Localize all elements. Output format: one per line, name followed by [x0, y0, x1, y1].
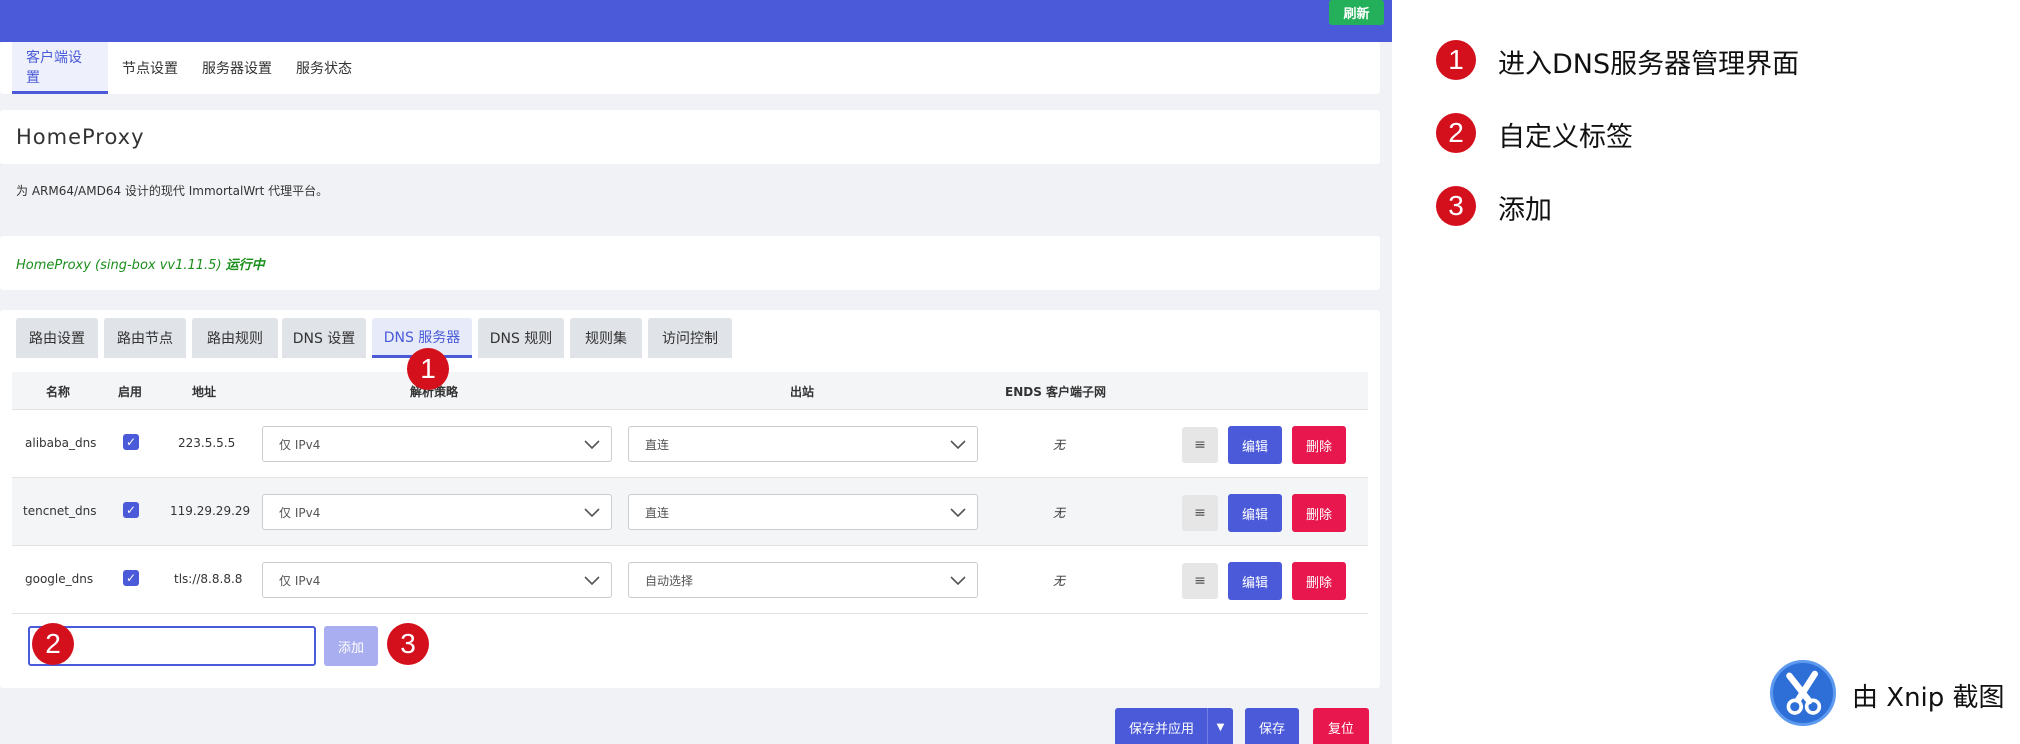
xnip-logo-icon: [1770, 660, 1836, 726]
dns-server-table: 名称 启用 地址 解析策略 出站 ENDS 客户端子网 alibaba_dns …: [12, 372, 1368, 614]
edit-button[interactable]: 编辑: [1228, 562, 1282, 600]
chevron-down-icon: [950, 508, 966, 518]
enabled-checkbox[interactable]: ✓: [123, 570, 139, 586]
drag-handle-button[interactable]: ≡: [1182, 495, 1218, 531]
row-name: alibaba_dns: [25, 436, 97, 450]
outbound-select[interactable]: 自动选择: [628, 562, 978, 598]
outbound-select[interactable]: 直连: [628, 494, 978, 530]
row-address: 223.5.5.5: [178, 436, 236, 450]
outbound-select[interactable]: 直连: [628, 426, 978, 462]
subtab-routing-nodes[interactable]: 路由节点: [104, 318, 186, 358]
legend-text-3: 添加: [1498, 195, 1552, 226]
save-button[interactable]: 保存: [1245, 708, 1299, 744]
outbound-value: 直连: [645, 437, 670, 452]
subtab-access-control[interactable]: 访问控制: [648, 318, 732, 358]
strategy-select[interactable]: 仅 IPv4: [262, 494, 612, 530]
row-name: tencnet_dns: [23, 504, 97, 518]
scissors-icon: [1786, 670, 1822, 715]
row-name: google_dns: [25, 572, 94, 586]
subtab-dns-rules[interactable]: DNS 规则: [478, 318, 564, 358]
tab-client-settings[interactable]: 客户端设置: [12, 42, 108, 94]
chevron-down-icon: [584, 440, 600, 450]
row-ecs: 无: [1053, 506, 1066, 520]
xnip-watermark: 由 Xnip 截图: [1852, 683, 2005, 713]
strategy-value: 仅 IPv4: [279, 573, 321, 588]
annotation-marker-2: 2: [32, 623, 74, 665]
main-nav: 客户端设置 节点设置 服务器设置 服务状态: [0, 42, 1380, 94]
legend-text-2: 自定义标签: [1498, 122, 1633, 153]
page-description: 为 ARM64/AMD64 设计的现代 ImmortalWrt 代理平台。: [16, 184, 329, 198]
tab-service-status[interactable]: 服务状态: [282, 42, 366, 94]
subtab-dns-settings[interactable]: DNS 设置: [282, 318, 366, 358]
edit-button[interactable]: 编辑: [1228, 494, 1282, 532]
drag-handle-button[interactable]: ≡: [1182, 427, 1218, 463]
row-address: 119.29.29.29: [170, 504, 251, 518]
edit-button[interactable]: 编辑: [1228, 426, 1282, 464]
tab-server-settings[interactable]: 服务器设置: [188, 42, 286, 94]
save-apply-label: 保存并应用: [1129, 721, 1195, 737]
drag-handle-button[interactable]: ≡: [1182, 563, 1218, 599]
caret-down-icon[interactable]: ▼: [1207, 708, 1233, 744]
enabled-checkbox[interactable]: ✓: [123, 434, 139, 450]
column-enabled: 启用: [118, 385, 143, 399]
top-bar: 刷新: [0, 0, 1392, 42]
strategy-value: 仅 IPv4: [279, 437, 321, 452]
legend-text-1: 进入DNS服务器管理界面: [1498, 49, 1800, 80]
annotation-marker-1: 1: [407, 348, 449, 390]
delete-button[interactable]: 删除: [1292, 426, 1346, 464]
table-row: alibaba_dns ✓ 223.5.5.5 仅 IPv4 直连 无 ≡ 编辑…: [12, 410, 1368, 478]
delete-button[interactable]: 删除: [1292, 494, 1346, 532]
chevron-down-icon: [584, 576, 600, 586]
column-ecs: ENDS 客户端子网: [1005, 385, 1107, 399]
status-state: 运行中: [225, 258, 265, 273]
outbound-value: 自动选择: [645, 573, 694, 588]
strategy-select[interactable]: 仅 IPv4: [262, 426, 612, 462]
annotation-marker-3: 3: [387, 623, 429, 665]
outbound-value: 直连: [645, 505, 670, 520]
subtab-routing-rules[interactable]: 路由规则: [192, 318, 278, 358]
reset-button[interactable]: 复位: [1313, 708, 1369, 744]
subtab-rulesets[interactable]: 规则集: [570, 318, 642, 358]
subtab-routing-settings[interactable]: 路由设置: [16, 318, 98, 358]
strategy-select[interactable]: 仅 IPv4: [262, 562, 612, 598]
status-card: HomeProxy (sing-box vv1.11.5) 运行中: [0, 236, 1380, 290]
row-ecs: 无: [1053, 438, 1066, 452]
legend-marker-2: 2: [1436, 113, 1476, 153]
strategy-value: 仅 IPv4: [279, 505, 321, 520]
status-version: HomeProxy (sing-box vv1.11.5): [16, 258, 226, 273]
column-outbound: 出站: [790, 385, 815, 399]
chevron-down-icon: [950, 576, 966, 586]
legend-marker-1: 1: [1436, 40, 1476, 80]
legend-marker-3: 3: [1436, 186, 1476, 226]
page-title: HomeProxy: [16, 125, 145, 149]
row-address: tls://8.8.8.8: [174, 572, 243, 586]
row-ecs: 无: [1053, 574, 1066, 588]
title-card: HomeProxy: [0, 110, 1380, 164]
save-apply-button[interactable]: 保存并应用 ▼: [1115, 708, 1233, 744]
add-button[interactable]: 添加: [324, 626, 378, 666]
table-row: google_dns ✓ tls://8.8.8.8 仅 IPv4 自动选择 无…: [12, 546, 1368, 614]
table-row: tencnet_dns ✓ 119.29.29.29 仅 IPv4 直连 无 ≡…: [12, 478, 1368, 546]
service-status: HomeProxy (sing-box vv1.11.5) 运行中: [16, 254, 265, 273]
column-name: 名称: [46, 385, 71, 399]
refresh-button[interactable]: 刷新: [1329, 0, 1384, 25]
delete-button[interactable]: 删除: [1292, 562, 1346, 600]
enabled-checkbox[interactable]: ✓: [123, 502, 139, 518]
tab-node-settings[interactable]: 节点设置: [108, 42, 192, 94]
column-address: 地址: [192, 385, 217, 399]
homeproxy-admin-panel: 刷新 客户端设置 节点设置 服务器设置 服务状态 HomeProxy 为 ARM…: [0, 0, 1392, 744]
chevron-down-icon: [584, 508, 600, 518]
chevron-down-icon: [950, 440, 966, 450]
table-header: 名称 启用 地址 解析策略 出站 ENDS 客户端子网: [12, 372, 1368, 410]
